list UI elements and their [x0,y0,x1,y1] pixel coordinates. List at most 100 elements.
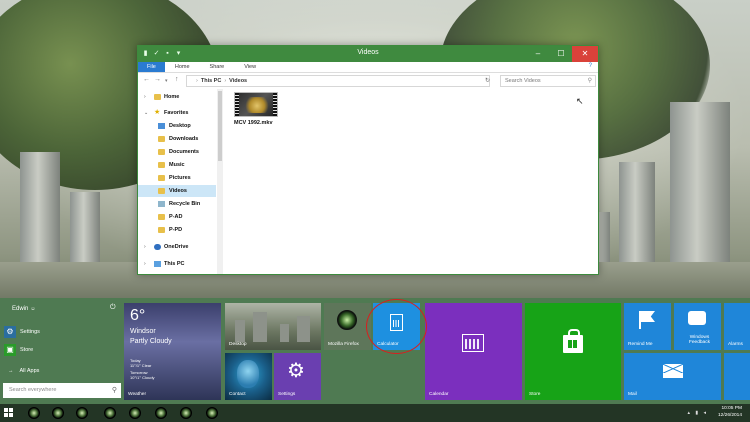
file-name: MCV 1992.mkv [234,120,273,126]
nav-item-desktop[interactable]: Desktop [138,120,216,132]
forward-arrow-icon[interactable]: → [154,76,161,83]
documents-folder-icon [158,149,165,155]
tile-label: Desktop [229,342,247,347]
tile-label: Store [529,392,541,397]
back-arrow-icon[interactable]: ← [143,76,150,83]
taskbar-app-icon[interactable] [104,407,116,419]
start-left-column: Edwin ☺ ⏻ ⚙ Settings ▣ Store → All Apps Se… [0,298,123,404]
onedrive-icon [154,244,161,250]
clock-time: 10:05 PM [721,406,742,411]
tile-label: Contact [229,392,246,397]
breadcrumb-current[interactable]: Videos [229,78,247,84]
store-bag-icon: ▣ [4,344,16,356]
tile-firefox[interactable]: Mozilla Firefox [324,303,371,350]
taskbar: ▴ ▮ ◂ 10:05 PM 12/26/2014 [0,404,750,422]
close-button[interactable]: ✕ [572,46,598,62]
recycle-bin-icon [158,201,165,207]
tab-home[interactable]: Home [165,62,200,72]
maximize-button[interactable]: ☐ [551,46,571,62]
tile-windows-feedback[interactable]: Windows Feedback [674,303,721,350]
nav-item-downloads[interactable]: Downloads [138,133,216,145]
power-icon[interactable]: ⏻ [110,304,116,312]
videos-folder-icon [158,188,165,194]
minimize-button[interactable]: – [528,46,548,62]
taskbar-app-icon[interactable] [129,407,141,419]
home-icon [154,94,161,100]
all-apps-button[interactable]: → All Apps [8,368,39,374]
tile-label: Settings [278,392,296,397]
tile-label: Calendar [429,392,449,397]
tile-partial[interactable] [724,353,750,400]
nav-item-pictures[interactable]: Pictures [138,172,216,184]
tile-label: Alarms [728,342,743,347]
nav-item-favorites[interactable]: ⌄ ★ Favorites [138,107,216,119]
nav-item-p-pd[interactable]: P-PD [138,224,216,236]
tile-alarms[interactable]: Alarms [724,303,750,350]
taskbar-clock[interactable]: 10:05 PM 12/26/2014 [718,405,742,419]
nav-pane-scrollbar[interactable] [217,89,223,274]
taskbar-app-icon[interactable] [206,407,218,419]
tile-mail[interactable]: Mail [624,353,721,400]
taskbar-app-icon[interactable] [155,407,167,419]
tile-contact[interactable]: Contact [225,353,272,400]
nav-item-documents[interactable]: Documents [138,146,216,158]
file-explorer-window[interactable]: ▮ ✓ ▪ ▾ Videos – ☐ ✕ File Home Share Vie… [137,45,599,275]
start-button[interactable] [4,408,14,418]
taskbar-app-icon[interactable] [180,407,192,419]
calendar-icon [462,334,484,352]
tile-label: Windows Feedback [688,335,711,345]
nav-item-onedrive[interactable]: › OneDrive [138,241,216,253]
nav-item-music[interactable]: Music [138,159,216,171]
title-bar[interactable]: ▮ ✓ ▪ ▾ Videos – ☐ ✕ [138,46,598,62]
tile-weather[interactable]: 6° Windsor Partly Cloudy Today 11°/1° Cl… [124,303,221,400]
nav-item-videos[interactable]: Videos [138,185,216,197]
nav-item-home[interactable]: › Home [138,91,216,103]
file-list[interactable]: MCV 1992.mkv [226,89,598,274]
tab-view[interactable]: View [234,62,266,72]
store-bag-icon [563,329,583,353]
downloads-folder-icon [158,136,165,142]
taskbar-app-icon[interactable] [52,407,64,419]
tab-file[interactable]: File [138,62,165,72]
tile-desktop[interactable]: Desktop [225,303,321,350]
mouse-cursor-icon: ↖ [576,96,584,106]
address-bar[interactable]: › This PC › Videos [186,75,490,87]
user-account[interactable]: Edwin ☺ [12,306,35,312]
search-placeholder: Search Videos [505,78,541,84]
tile-calendar[interactable]: Calendar [425,303,522,400]
recent-locations-icon[interactable]: ▾ [165,78,168,84]
firefox-logo-icon [337,310,357,330]
desktop-folder-icon [158,123,165,129]
tile-label: Weather [128,392,147,397]
user-name: Edwin [12,306,29,312]
up-arrow-icon[interactable]: ↑ [175,76,179,83]
highlight-circle [366,299,427,354]
search-input[interactable]: Search Videos ⚲ [500,75,596,87]
tile-remind-me[interactable]: Remind Me [624,303,671,350]
weather-tomorrow-value: 10°/1° Cloudy [130,375,155,380]
nav-item-recycle-bin[interactable]: Recycle Bin [138,198,216,210]
taskbar-app-icon[interactable] [76,407,88,419]
file-item[interactable]: MCV 1992.mkv [234,92,284,126]
search-icon: ⚲ [587,78,592,84]
breadcrumb-root[interactable]: This PC [201,78,221,84]
tab-share[interactable]: Share [200,62,235,72]
tile-store[interactable]: Store [525,303,621,400]
start-search-placeholder: Search everywhere [9,387,57,393]
tile-settings[interactable]: ⚙ Settings [274,353,321,400]
nav-item-this-pc[interactable]: › This PC [138,258,216,270]
feedback-icon [688,311,706,325]
help-icon[interactable]: ? [589,63,592,69]
start-search-input[interactable]: Search everywhere ⚲ [3,383,121,398]
taskbar-app-icon[interactable] [28,407,40,419]
refresh-icon[interactable]: ↻ [485,77,490,84]
weather-condition: Partly Cloudy [130,338,172,345]
pictures-folder-icon [158,175,165,181]
nav-item-p-ad[interactable]: P-AD [138,211,216,223]
folder-icon [158,214,165,220]
start-item-store[interactable]: ▣ Store [3,343,121,357]
start-item-settings[interactable]: ⚙ Settings [3,325,121,339]
navigation-pane: › Home ⌄ ★ Favorites Desktop Downloads Docu… [138,89,225,274]
system-tray-icons[interactable]: ▴ ▮ ◂ [687,410,708,416]
ribbon-tabs: File Home Share View ? [138,62,598,73]
